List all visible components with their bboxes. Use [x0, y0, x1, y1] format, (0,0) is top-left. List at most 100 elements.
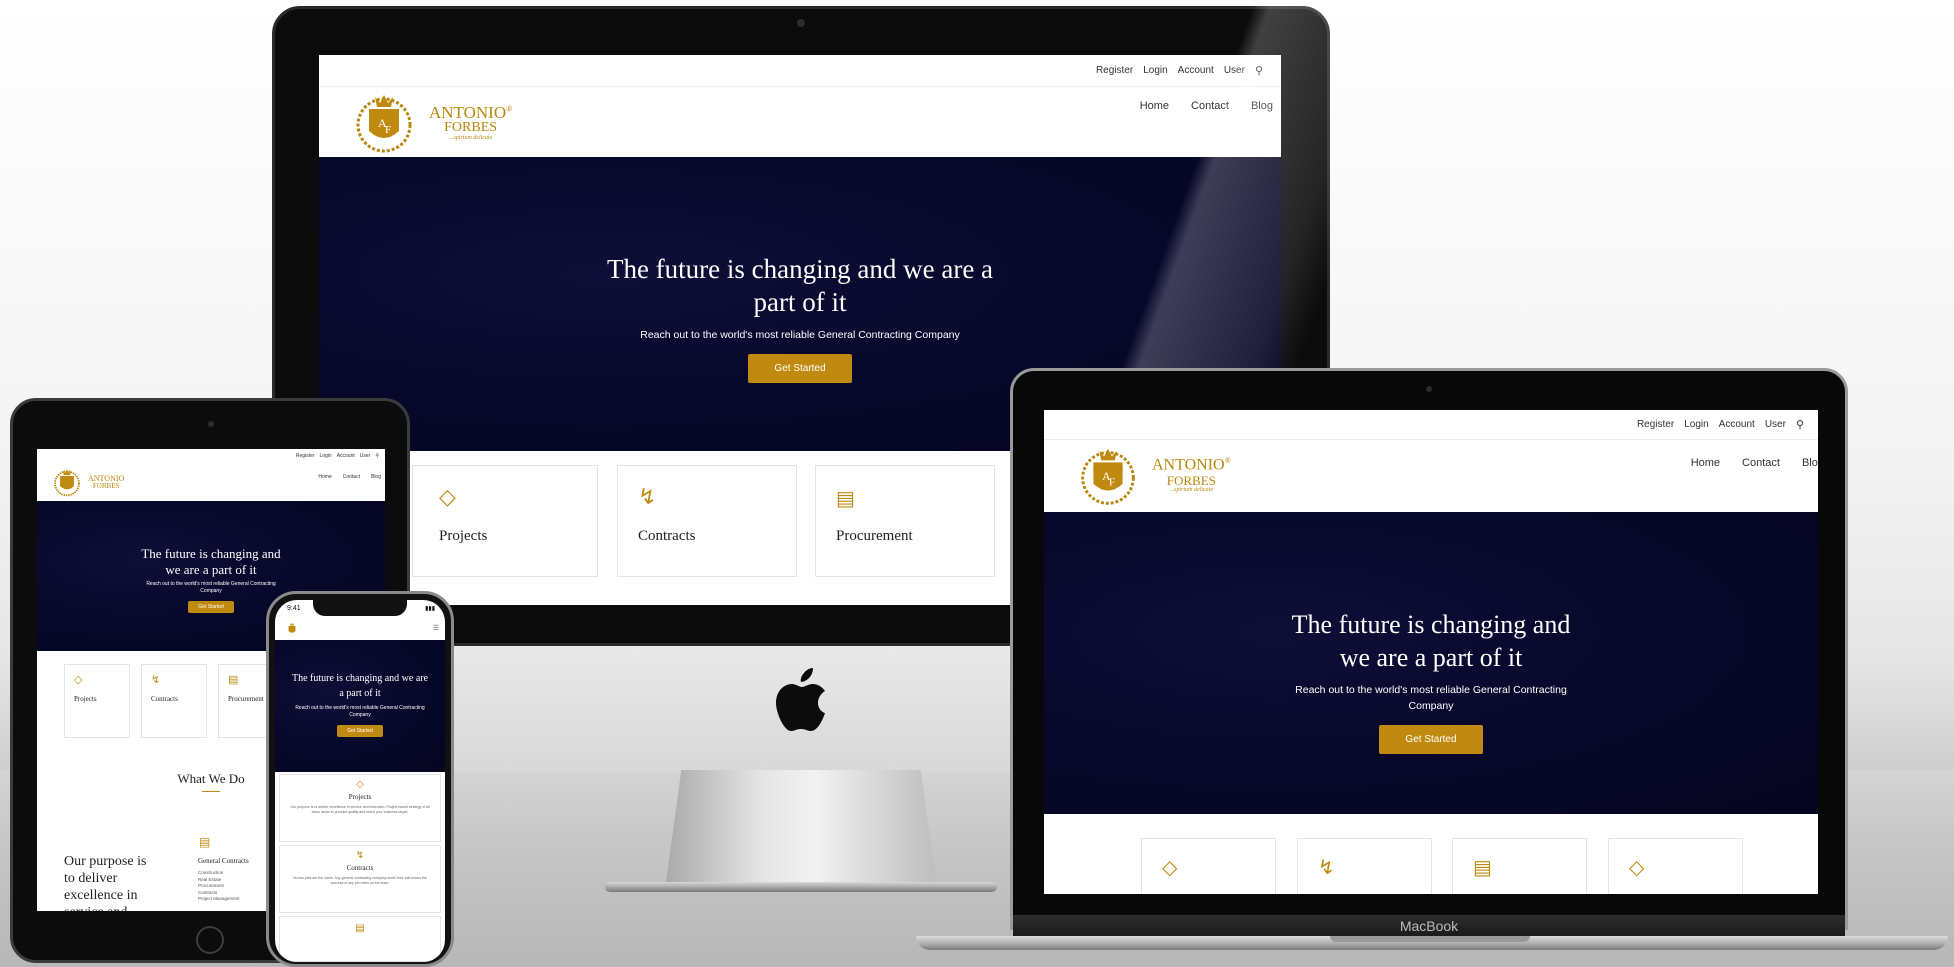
user-link[interactable]: User	[1224, 65, 1245, 76]
logo-line1: ANTONIO	[429, 102, 507, 122]
laptop-icon: ▤	[228, 674, 239, 686]
svg-text:F: F	[385, 124, 391, 136]
card-title: Procurement	[836, 528, 913, 544]
logo-tagline: ...spirtum delicate	[1169, 486, 1213, 493]
nav-contact[interactable]: Contact	[1742, 457, 1780, 469]
nav-home[interactable]: Home	[1140, 100, 1169, 112]
card-projects[interactable]: ◇ Projects	[64, 664, 130, 738]
account-link[interactable]: Account	[1178, 65, 1214, 76]
hero-title: The future is changing and we are a part…	[141, 546, 281, 577]
nav-blog[interactable]: Blog	[1802, 457, 1818, 469]
search-icon[interactable]: ⚲	[1796, 418, 1804, 431]
login-link[interactable]: Login	[1143, 65, 1167, 76]
card-contracts[interactable]: ↯ Contracts	[617, 465, 797, 577]
iphone-screen: 9:41 ▮▮▮ ☰ The future is changing and we…	[275, 600, 445, 962]
list-item[interactable]: Project Management	[198, 896, 240, 903]
get-started-button[interactable]: Get Started	[337, 725, 383, 737]
nav-home[interactable]: Home	[1691, 457, 1720, 469]
card-projects[interactable]: ◇	[1141, 838, 1276, 894]
logo-text: ANTONIO® FORBES ...spirtum delicate	[1152, 456, 1231, 493]
ipad-camera	[208, 421, 214, 427]
crest-icon	[288, 622, 296, 633]
hero-subtitle: Reach out to the world's most reliable G…	[146, 581, 276, 594]
card-projects[interactable]: ◇ Projects	[412, 465, 598, 577]
nav-blog[interactable]: Blog	[1251, 100, 1273, 112]
laptop-icon: ▤	[199, 835, 211, 849]
register-link[interactable]: Register	[296, 453, 315, 459]
card-projects[interactable]: ◇ Projects Our purpose is to deliver exc…	[279, 774, 441, 842]
register-link[interactable]: Register	[1096, 65, 1133, 76]
imac-camera	[797, 19, 805, 27]
logo[interactable]: A F ANTONIO® FORBES ...spirtum delicate	[1070, 440, 1231, 510]
hero-title: The future is changing and we are a part…	[1291, 610, 1571, 672]
macbook-label: MacBook	[1399, 918, 1459, 934]
diamond-icon: ◇	[1629, 857, 1645, 879]
hero-title: The future is changing and we are a part…	[291, 673, 429, 699]
laptop-icon: ▤	[355, 923, 365, 934]
apple-logo-icon	[776, 668, 825, 731]
card-title: Contracts	[151, 695, 178, 703]
get-started-button[interactable]: Get Started	[188, 601, 234, 613]
card-procurement[interactable]: ▤	[279, 916, 441, 962]
login-link[interactable]: Login	[319, 453, 331, 459]
hero-subtitle: Reach out to the world's most reliable G…	[640, 329, 960, 341]
logo-mark: ®	[506, 103, 513, 113]
card-title: Procurement	[228, 695, 264, 703]
register-link[interactable]: Register	[1637, 419, 1674, 430]
general-contracts-list: Construction Real Estate Procurement Con…	[198, 870, 240, 903]
card-text: Our purpose is to deliver excellence in …	[290, 805, 430, 814]
macbook-hinge: MacBook	[1013, 915, 1845, 937]
logo-text: ANTONIO® FORBES ...spirtum delicate	[429, 104, 512, 141]
login-link[interactable]: Login	[1684, 419, 1708, 430]
logo-line1: ANTONIO	[1152, 456, 1225, 474]
menu-icon[interactable]: ☰	[433, 624, 439, 632]
logo[interactable]	[283, 620, 301, 638]
diamond-icon: ◇	[74, 674, 83, 686]
user-link[interactable]: User	[360, 453, 371, 459]
purpose-text: Our purpose is to deliver excellence in …	[64, 854, 147, 911]
card-title: Projects	[348, 793, 372, 801]
logo-mark: ®	[1224, 456, 1231, 466]
macbook-camera	[1426, 386, 1432, 392]
get-started-button[interactable]: Get Started	[748, 354, 852, 383]
card-contracts[interactable]: ↯	[1297, 838, 1432, 894]
svg-text:F: F	[1109, 477, 1115, 489]
account-link[interactable]: Account	[337, 453, 355, 459]
card-title: Projects	[74, 695, 97, 703]
card-contracts[interactable]: ↯ Contracts	[141, 664, 207, 738]
card-text: No two jobs are the same. Any general co…	[293, 876, 427, 885]
nav-contact[interactable]: Contact	[1191, 100, 1229, 112]
nav-blog[interactable]: Blog	[371, 474, 381, 480]
main-nav: Home Contact Blog	[1140, 100, 1273, 112]
user-link[interactable]: User	[1765, 419, 1786, 430]
bolt-icon: ↯	[151, 674, 161, 686]
get-started-button[interactable]: Get Started	[1379, 725, 1483, 754]
topbar: Register Login Account User ⚲	[37, 449, 385, 463]
card-procurement[interactable]: ▤	[1452, 838, 1587, 894]
logo[interactable]: ANTONIO FORBES	[49, 465, 124, 499]
card-title: Projects	[439, 528, 488, 544]
hero-title: The future is changing and we are a part…	[606, 254, 994, 317]
battery-icon: ▮▮▮	[425, 606, 435, 612]
topbar: Register Login Account User ⚲	[319, 55, 1281, 87]
search-icon[interactable]: ⚲	[1255, 64, 1263, 77]
main-nav: Home Contact Blog	[318, 474, 381, 480]
hero-section: The future is changing and we are a part…	[1044, 512, 1818, 814]
crest-icon: A F	[356, 95, 412, 153]
search-icon[interactable]: ⚲	[375, 453, 379, 459]
card-contracts[interactable]: ↯ Contracts No two jobs are the same. An…	[279, 845, 441, 913]
nav-home[interactable]: Home	[318, 474, 331, 480]
card-title: Contracts	[346, 864, 374, 872]
card-procurement[interactable]: ▤ Procurement	[815, 465, 995, 577]
bolt-icon: ↯	[355, 850, 365, 861]
hero-subtitle: Reach out to the world's most reliable G…	[295, 705, 425, 718]
logo[interactable]: A F ANTONIO® FORBES ...spirtum delicate	[345, 87, 512, 157]
nav-contact[interactable]: Contact	[343, 474, 360, 480]
bolt-icon: ↯	[1318, 857, 1335, 879]
card-extra[interactable]: ◇	[1608, 838, 1743, 894]
iphone-notch	[313, 598, 407, 616]
laptop-icon: ▤	[1473, 857, 1492, 879]
account-link[interactable]: Account	[1719, 419, 1755, 430]
laptop-icon: ▤	[836, 488, 855, 510]
main-nav: Home Contact Blog	[1691, 457, 1818, 469]
